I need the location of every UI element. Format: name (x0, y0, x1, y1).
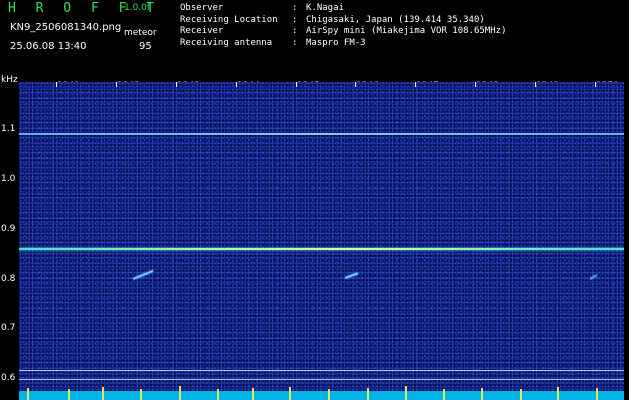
x-tick-mark (236, 82, 237, 87)
x-tick-mark (355, 82, 356, 87)
meteor-count: 95 (139, 41, 152, 52)
noise-spike (68, 389, 70, 400)
noise-spike (217, 389, 219, 400)
header: H R O F F T 1.0.0f KN9_2506081340.png me… (0, 0, 629, 78)
reference-line-lower (19, 370, 624, 371)
info-row-observer: Observer: K.Nagai (180, 3, 344, 13)
info-row-location: Receiving Location: Chigasaki, Japan (139… (180, 14, 485, 25)
noise-spike (140, 389, 142, 400)
info-row-receiver: Receiver: AirSpy mini (Miakejima VOR 108.… (180, 26, 507, 36)
x-tick-mark (296, 82, 297, 87)
version-label: 1.0.0f (124, 3, 151, 13)
noise-layer (19, 82, 624, 400)
noise-spike (557, 387, 559, 400)
x-tick-mark (56, 82, 57, 87)
x-tick-mark (116, 82, 117, 87)
noise-spike (102, 387, 104, 400)
y-tick-label: 0.7 (1, 323, 16, 333)
y-tick-label: 0.8 (1, 274, 16, 284)
info-row-antenna: Receiving antenna: Maspro FM-3 (180, 37, 366, 48)
noise-spike (596, 388, 598, 400)
x-tick-mark (415, 82, 416, 87)
noise-spike (405, 386, 407, 400)
x-tick-mark (595, 82, 596, 87)
frequency-unit-label: kHz (1, 75, 18, 85)
observation-info: Observer: K.Nagai Receiving Location: Chig… (180, 3, 506, 49)
noise-baseline-strip (19, 391, 624, 400)
noise-spike (520, 389, 522, 400)
carrier-signal-line (19, 248, 624, 250)
meteor-label: meteor (124, 28, 157, 38)
datetime-label: 25.06.08 13:40 (10, 41, 87, 52)
noise-spike (367, 388, 369, 400)
noise-spike (328, 389, 330, 400)
y-tick-label: 1.0 (1, 174, 16, 184)
noise-spike (252, 388, 254, 400)
x-tick-mark (475, 82, 476, 87)
noise-spike (481, 388, 483, 400)
filename-label: KN9_2506081340.png (10, 22, 122, 33)
x-tick-mark (535, 82, 536, 87)
noise-spike (289, 387, 291, 400)
y-tick-label: 0.9 (1, 224, 16, 234)
y-tick-label: 1.1 (1, 124, 16, 134)
noise-spike (443, 389, 445, 400)
noise-spike (179, 386, 181, 400)
y-tick-label: 0.6 (1, 373, 16, 383)
reference-line-lowest (19, 379, 624, 380)
reference-line-upper (19, 133, 624, 135)
spectrogram-plot (19, 82, 624, 400)
x-tick-mark (176, 82, 177, 87)
noise-spike (27, 388, 29, 400)
